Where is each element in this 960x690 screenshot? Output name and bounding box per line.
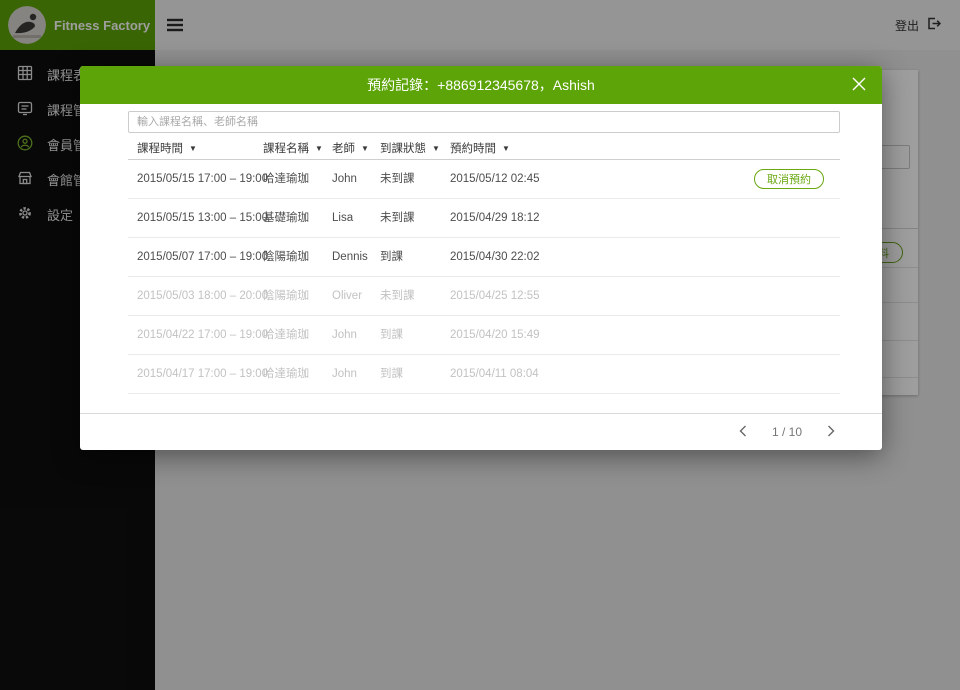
booking-time: 2015/04/11 08:04 xyxy=(450,355,539,393)
modal-header: 預約記錄：+886912345678，Ashish xyxy=(80,66,882,104)
booking-time: 2015/04/30 22:02 xyxy=(450,238,540,276)
course-search-input[interactable] xyxy=(128,111,840,133)
close-button[interactable] xyxy=(848,74,870,96)
table-row: 2015/04/22 17:00 – 19:00 哈達瑜珈 John 到課 20… xyxy=(128,316,840,355)
table-row: 2015/05/15 13:00 – 15:00 基礎瑜珈 Lisa 未到課 2… xyxy=(128,199,840,238)
column-header-course-time[interactable]: 課程時間 ▼ xyxy=(137,139,197,159)
table-row: 2015/05/03 18:00 – 20:00 陰陽瑜珈 Oliver 未到課… xyxy=(128,277,840,316)
chevron-left-icon xyxy=(738,424,748,441)
attendance-status: 未到課 xyxy=(380,160,415,198)
column-header-teacher[interactable]: 老師 ▼ xyxy=(332,139,369,159)
attendance-status: 到課 xyxy=(380,355,403,393)
close-icon xyxy=(852,77,866,94)
teacher-name: John xyxy=(332,355,357,393)
teacher-name: John xyxy=(332,316,357,354)
sort-icon: ▼ xyxy=(432,145,440,153)
modal-body: 課程時間 ▼ 課程名稱 ▼ 老師 ▼ 到課狀態 ▼ 預約時間 ▼ 2015/05… xyxy=(80,104,882,394)
column-header-booking-time[interactable]: 預約時間 ▼ xyxy=(450,139,510,159)
chevron-right-icon xyxy=(826,424,836,441)
course-time: 2015/05/03 18:00 – 20:00 xyxy=(137,277,268,315)
booking-history-modal: 預約記錄：+886912345678，Ashish 課程時間 ▼ 課程名稱 ▼ … xyxy=(80,66,882,450)
teacher-name: Oliver xyxy=(332,277,362,315)
column-header-attendance[interactable]: 到課狀態 ▼ xyxy=(380,139,440,159)
course-time: 2015/05/15 17:00 – 19:00 xyxy=(137,160,268,198)
column-header-course-name[interactable]: 課程名稱 ▼ xyxy=(263,139,323,159)
sort-icon: ▼ xyxy=(189,145,197,153)
teacher-name: Lisa xyxy=(332,199,353,237)
modal-title: 預約記錄：+886912345678，Ashish xyxy=(367,75,595,95)
course-name: 陰陽瑜珈 xyxy=(263,277,309,315)
teacher-name: Dennis xyxy=(332,238,368,276)
attendance-status: 未到課 xyxy=(380,199,415,237)
previous-page-button[interactable] xyxy=(736,422,750,443)
pagination: 1 / 10 xyxy=(80,414,882,450)
course-time: 2015/05/15 13:00 – 15:00 xyxy=(137,199,268,237)
course-name: 哈達瑜珈 xyxy=(263,316,309,354)
table-row: 2015/05/07 17:00 – 19:00 陰陽瑜珈 Dennis 到課 … xyxy=(128,238,840,277)
booking-time: 2015/05/12 02:45 xyxy=(450,160,540,198)
course-name: 基礎瑜珈 xyxy=(263,199,309,237)
table-row: 2015/05/15 17:00 – 19:00 哈達瑜珈 John 未到課 2… xyxy=(128,160,840,199)
attendance-status: 到課 xyxy=(380,316,403,354)
course-name: 哈達瑜珈 xyxy=(263,160,309,198)
booking-time: 2015/04/25 12:55 xyxy=(450,277,540,315)
sort-icon: ▼ xyxy=(361,145,369,153)
course-name: 陰陽瑜珈 xyxy=(263,238,309,276)
sort-icon: ▼ xyxy=(502,145,510,153)
sort-icon: ▼ xyxy=(315,145,323,153)
course-time: 2015/04/22 17:00 – 19:00 xyxy=(137,316,268,354)
course-time: 2015/04/17 17:00 – 19:00 xyxy=(137,355,268,393)
table-header-row: 課程時間 ▼ 課程名稱 ▼ 老師 ▼ 到課狀態 ▼ 預約時間 ▼ xyxy=(128,139,840,160)
course-time: 2015/05/07 17:00 – 19:00 xyxy=(137,238,268,276)
attendance-status: 未到課 xyxy=(380,277,415,315)
teacher-name: John xyxy=(332,160,357,198)
attendance-status: 到課 xyxy=(380,238,403,276)
booking-time: 2015/04/29 18:12 xyxy=(450,199,540,237)
cancel-booking-button[interactable]: 取消預約 xyxy=(754,169,824,189)
next-page-button[interactable] xyxy=(824,422,838,443)
page-indicator: 1 / 10 xyxy=(772,425,802,439)
table-row: 2015/04/17 17:00 – 19:00 哈達瑜珈 John 到課 20… xyxy=(128,355,840,394)
course-name: 哈達瑜珈 xyxy=(263,355,309,393)
booking-time: 2015/04/20 15:49 xyxy=(450,316,540,354)
